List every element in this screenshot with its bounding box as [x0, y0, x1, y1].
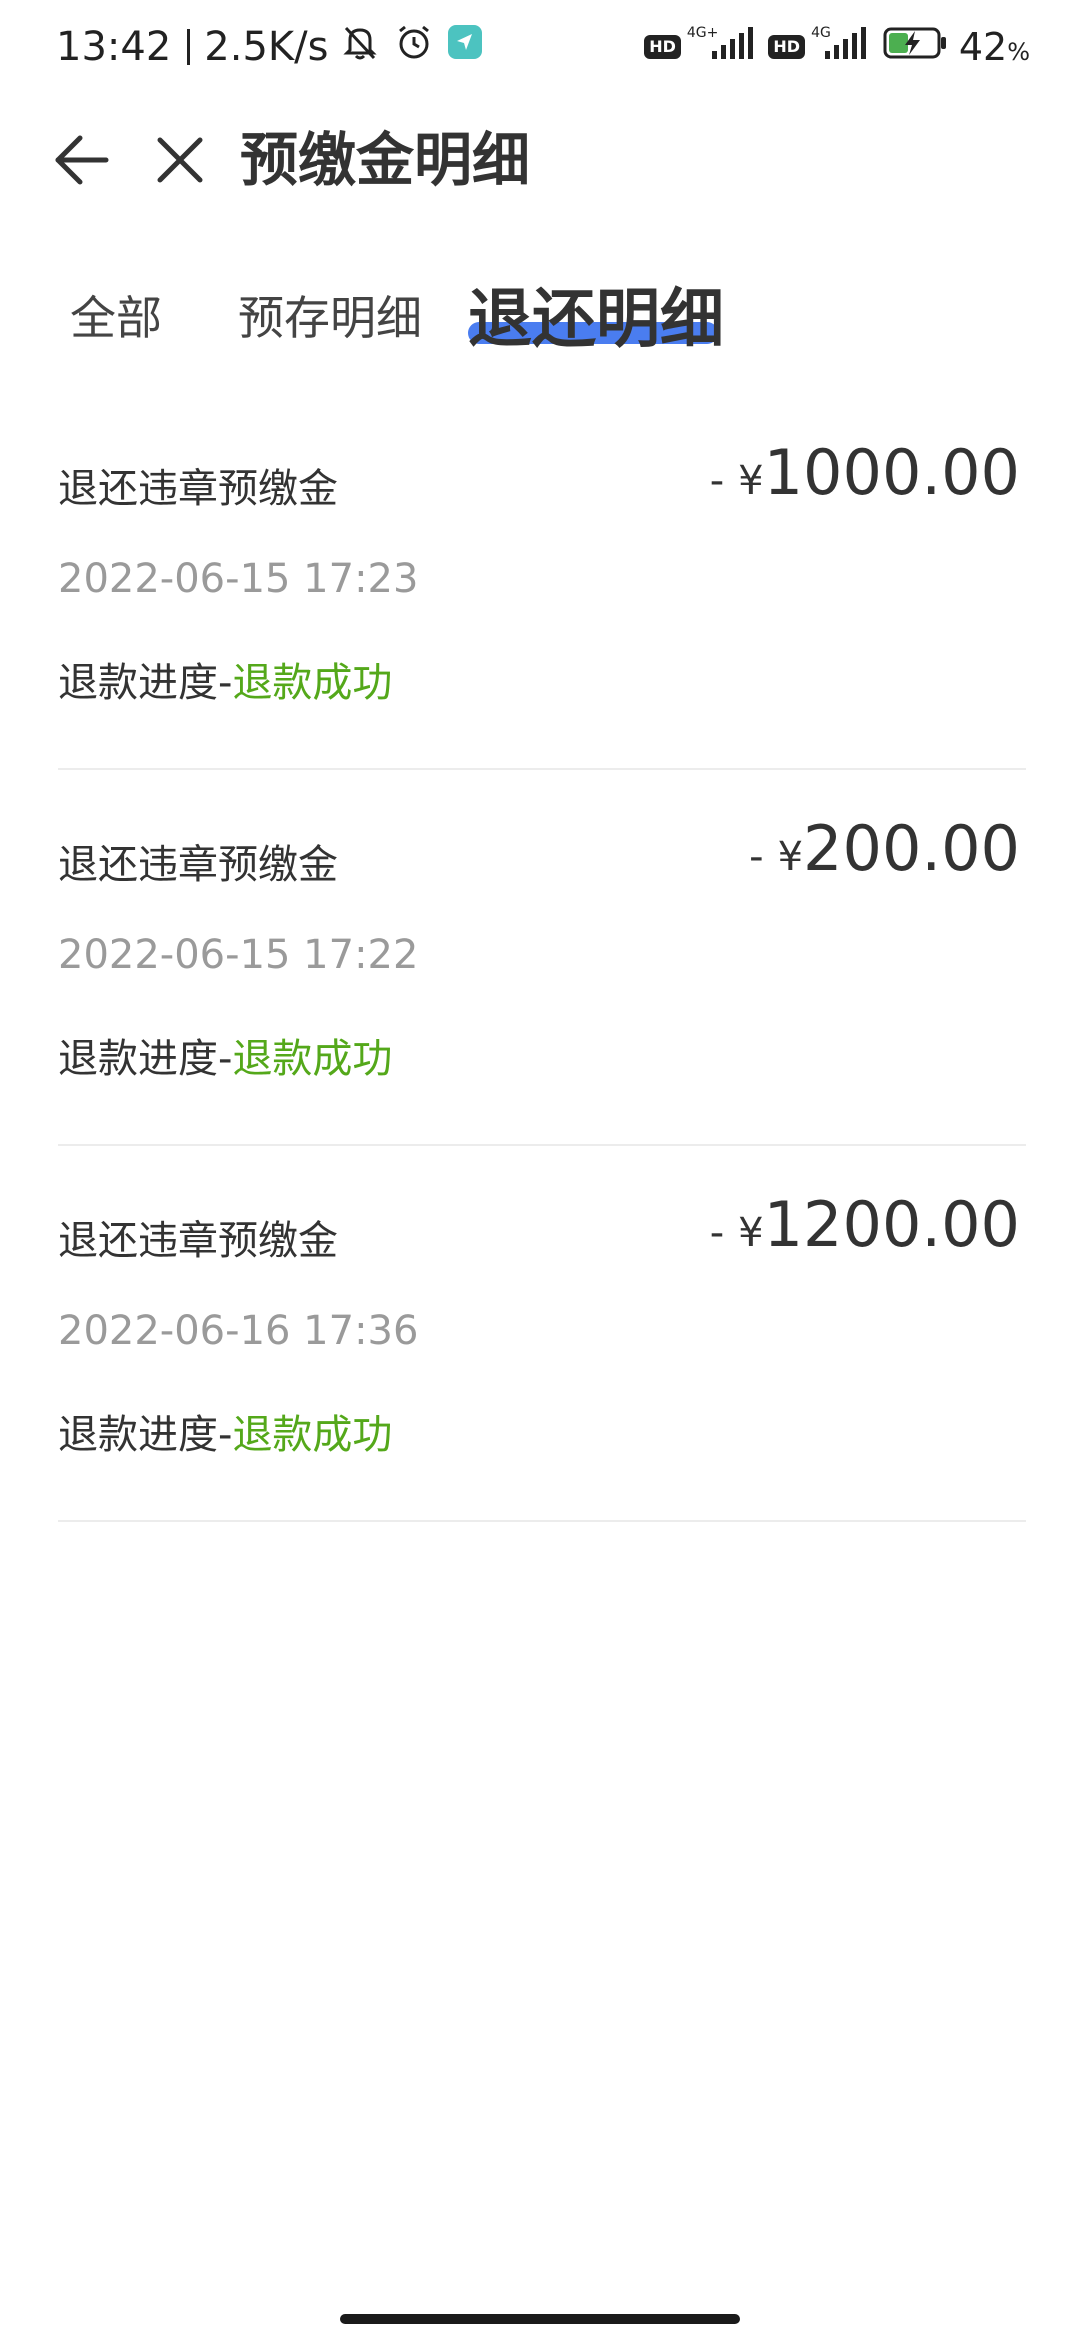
status-text: 退款成功 — [232, 1036, 393, 1082]
status-text: 退款成功 — [232, 1412, 393, 1458]
status-bar-left: 13:42 2.5K/s — [56, 22, 484, 72]
battery-value: 42 — [958, 25, 1008, 69]
page-header: 预缴金明细 — [0, 110, 1080, 210]
amount-sign: - — [749, 834, 764, 880]
back-button[interactable] — [50, 128, 114, 192]
currency-symbol: ¥ — [738, 1210, 764, 1256]
tab-refund-details[interactable]: 退还明细 — [468, 268, 724, 360]
status-text: 退款成功 — [232, 660, 393, 706]
currency-symbol: ¥ — [738, 458, 764, 504]
home-indicator[interactable] — [340, 2314, 740, 2324]
record-time: 2022-06-15 17:22 — [58, 932, 419, 978]
network-speed: 2.5K/s — [204, 24, 329, 70]
hd-badge-2: HD — [768, 35, 806, 59]
record-time: 2022-06-16 17:36 — [58, 1308, 419, 1354]
record-title: 退还违章预缴金 — [58, 1218, 338, 1264]
list-item[interactable]: 退还违章预缴金 - ¥200.00 2022-06-15 17:22 退款进度-退… — [58, 772, 1026, 1146]
amount-value: 1000.00 — [763, 436, 1020, 509]
amount-value: 200.00 — [803, 812, 1020, 885]
refund-progress: 退款进度-退款成功 — [58, 650, 392, 708]
status-bar-right: HD 4G+ HD 4G 42% — [644, 22, 1030, 72]
progress-label: 退款进度- — [58, 1036, 233, 1082]
tab-refund-label: 退还明细 — [468, 283, 724, 357]
currency-symbol: ¥ — [777, 834, 804, 880]
page-title: 预缴金明细 — [240, 126, 531, 194]
record-amount: - ¥200.00 — [749, 812, 1020, 885]
refund-progress: 退款进度-退款成功 — [58, 1026, 392, 1084]
tab-deposit-details[interactable]: 预存明细 — [238, 282, 422, 348]
alarm-clock-icon — [392, 20, 436, 74]
list-item[interactable]: 退还违章预缴金 - ¥1000.00 2022-06-15 17:23 退款进度-… — [58, 396, 1026, 770]
close-icon — [157, 137, 203, 183]
amount-sign: - — [709, 1210, 725, 1256]
battery-percentage: 42% — [959, 25, 1030, 69]
amount-value: 1200.00 — [763, 1188, 1020, 1261]
record-title: 退还违章预缴金 — [58, 466, 338, 512]
location-app-notification-icon — [446, 23, 484, 71]
status-separator — [187, 29, 191, 65]
network-type-1: 4G+ — [686, 25, 719, 41]
tab-all[interactable]: 全部 — [70, 282, 162, 348]
tab-bar: 全部 预存明细 退还明细 — [0, 260, 1080, 370]
record-time: 2022-06-15 17:23 — [58, 556, 419, 602]
progress-label: 退款进度- — [58, 660, 233, 706]
record-title: 退还违章预缴金 — [58, 842, 338, 888]
progress-label: 退款进度- — [58, 1412, 233, 1458]
refund-progress: 退款进度-退款成功 — [58, 1402, 392, 1460]
network-type-2: 4G — [811, 25, 831, 41]
status-time: 13:42 — [56, 24, 172, 70]
bell-muted-icon — [338, 20, 382, 74]
record-amount: - ¥1000.00 — [710, 436, 1020, 509]
record-amount: - ¥1200.00 — [710, 1188, 1020, 1261]
amount-sign: - — [709, 458, 725, 504]
refund-record-list: 退还违章预缴金 - ¥1000.00 2022-06-15 17:23 退款进度-… — [58, 396, 1026, 1522]
list-item[interactable]: 退还违章预缴金 - ¥1200.00 2022-06-16 17:36 退款进度-… — [58, 1148, 1026, 1522]
status-bar: 13:42 2.5K/s HD 4G+ HD 4G 42% — [0, 0, 1080, 96]
back-arrow-icon — [55, 135, 109, 185]
battery-charging-icon — [883, 25, 949, 70]
battery-unit: % — [1007, 38, 1030, 66]
hd-badge: HD — [644, 35, 681, 59]
close-button[interactable] — [148, 128, 212, 192]
